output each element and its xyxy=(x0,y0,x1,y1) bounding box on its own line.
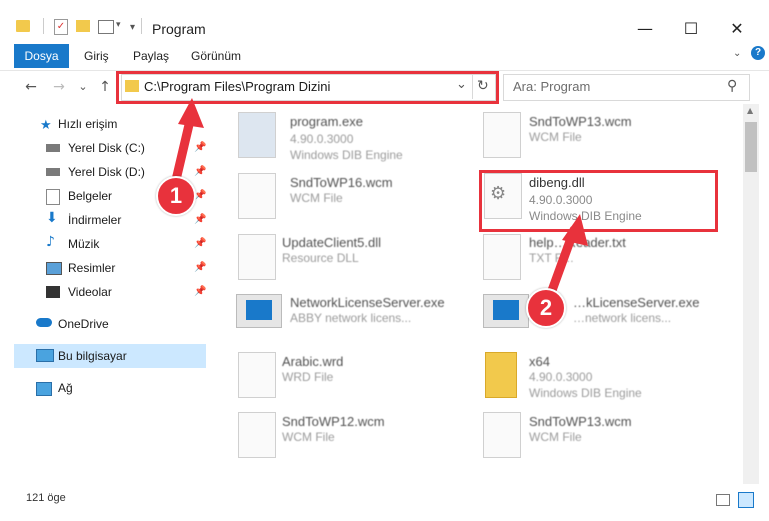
annotation-arrows xyxy=(171,98,588,301)
step-2-badge: 2 xyxy=(526,288,566,328)
arrow-1-head xyxy=(178,98,204,128)
step-1-badge: 1 xyxy=(156,176,196,216)
